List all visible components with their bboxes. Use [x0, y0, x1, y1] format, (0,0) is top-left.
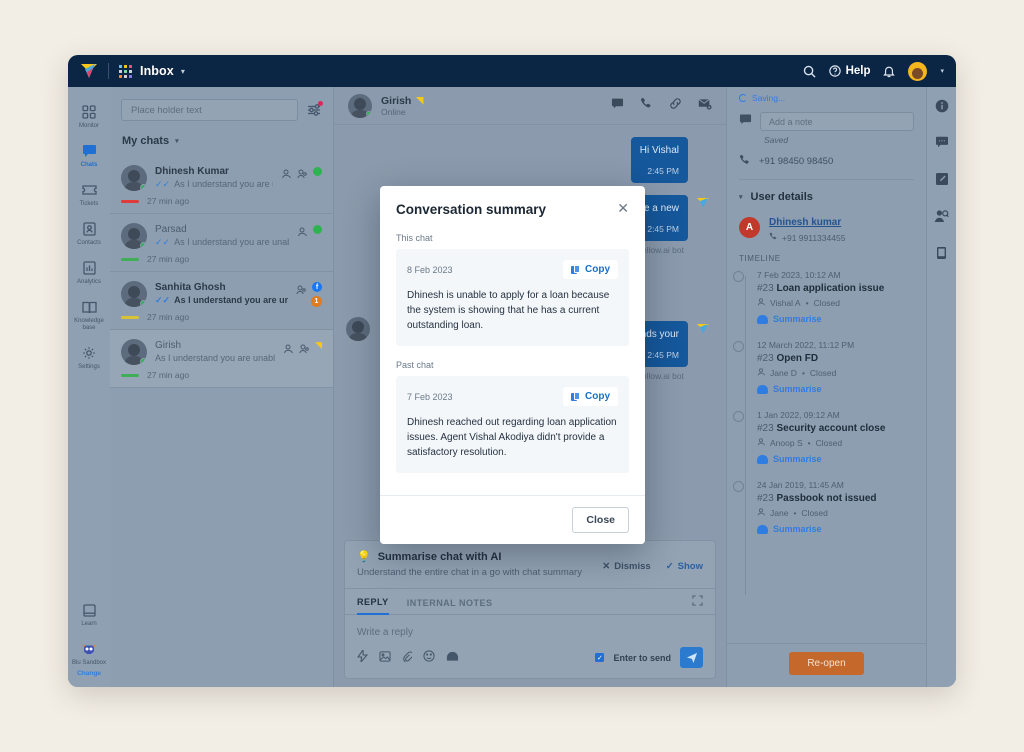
copy-button[interactable]: Copy [563, 260, 618, 279]
summary-card-header: 7 Feb 2023 Copy [407, 387, 618, 406]
modal-header: Conversation summary ✕ [380, 186, 645, 227]
close-icon[interactable]: ✕ [617, 201, 629, 215]
summary-card-header: 8 Feb 2023 Copy [407, 260, 618, 279]
summary-date: 7 Feb 2023 [407, 391, 453, 402]
conversation-summary-modal: Conversation summary ✕ This chat 8 Feb 2… [380, 186, 645, 544]
modal-overlay: Conversation summary ✕ This chat 8 Feb 2… [68, 55, 956, 687]
summary-card: 8 Feb 2023 Copy Dhinesh is unable to app… [396, 249, 629, 346]
summary-card: 7 Feb 2023 Copy Dhinesh reached out rega… [396, 376, 629, 473]
section-label-this-chat: This chat [396, 233, 433, 243]
close-button[interactable]: Close [572, 507, 629, 533]
modal-title: Conversation summary [396, 202, 547, 217]
modal-footer: Close [380, 495, 645, 544]
section-label-past-chat: Past chat [396, 360, 434, 370]
summary-date: 8 Feb 2023 [407, 264, 453, 275]
copy-label: Copy [585, 264, 610, 275]
copy-icon [571, 391, 580, 402]
summary-text: Dhinesh reached out regarding loan appli… [407, 417, 617, 458]
summary-text: Dhinesh is unable to apply for a loan be… [407, 290, 610, 331]
copy-label: Copy [585, 391, 610, 402]
copy-icon [571, 264, 580, 275]
app-window: Inbox ▾ Help ▾ Monitor Chats Tickets Con… [68, 55, 956, 687]
screenshot-root: Inbox ▾ Help ▾ Monitor Chats Tickets Con… [0, 0, 1024, 752]
modal-body: This chat 8 Feb 2023 Copy Dhinesh is una… [380, 233, 645, 495]
copy-button[interactable]: Copy [563, 387, 618, 406]
